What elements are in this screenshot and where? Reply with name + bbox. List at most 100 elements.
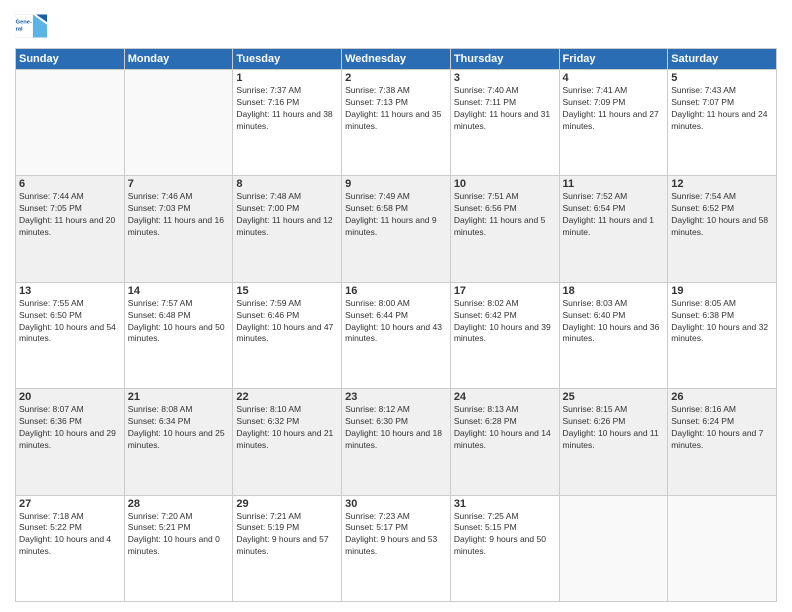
day-info: Sunrise: 7:38 AM Sunset: 7:13 PM Dayligh…	[345, 85, 447, 133]
week-row-3: 13Sunrise: 7:55 AM Sunset: 6:50 PM Dayli…	[16, 282, 777, 388]
week-row-2: 6Sunrise: 7:44 AM Sunset: 7:05 PM Daylig…	[16, 176, 777, 282]
day-cell: 16Sunrise: 8:00 AM Sunset: 6:44 PM Dayli…	[342, 282, 451, 388]
day-info: Sunrise: 8:12 AM Sunset: 6:30 PM Dayligh…	[345, 404, 447, 452]
day-info: Sunrise: 7:44 AM Sunset: 7:05 PM Dayligh…	[19, 191, 121, 239]
day-number: 23	[345, 391, 447, 403]
day-number: 7	[128, 178, 230, 190]
day-info: Sunrise: 8:16 AM Sunset: 6:24 PM Dayligh…	[671, 404, 773, 452]
svg-text:ral: ral	[16, 26, 23, 32]
day-number: 22	[236, 391, 338, 403]
day-cell: 24Sunrise: 8:13 AM Sunset: 6:28 PM Dayli…	[450, 389, 559, 495]
day-cell	[668, 495, 777, 601]
page: Gene- ral SundayMondayTuesdayWednesdayTh…	[0, 0, 792, 612]
day-info: Sunrise: 7:18 AM Sunset: 5:22 PM Dayligh…	[19, 511, 121, 559]
header-row: SundayMondayTuesdayWednesdayThursdayFrid…	[16, 49, 777, 70]
day-cell: 17Sunrise: 8:02 AM Sunset: 6:42 PM Dayli…	[450, 282, 559, 388]
col-header-monday: Monday	[124, 49, 233, 70]
day-cell: 15Sunrise: 7:59 AM Sunset: 6:46 PM Dayli…	[233, 282, 342, 388]
col-header-thursday: Thursday	[450, 49, 559, 70]
day-cell: 6Sunrise: 7:44 AM Sunset: 7:05 PM Daylig…	[16, 176, 125, 282]
day-number: 28	[128, 498, 230, 510]
col-header-saturday: Saturday	[668, 49, 777, 70]
day-cell: 14Sunrise: 7:57 AM Sunset: 6:48 PM Dayli…	[124, 282, 233, 388]
day-info: Sunrise: 7:37 AM Sunset: 7:16 PM Dayligh…	[236, 85, 338, 133]
day-cell: 30Sunrise: 7:23 AM Sunset: 5:17 PM Dayli…	[342, 495, 451, 601]
day-number: 18	[563, 285, 665, 297]
day-cell: 2Sunrise: 7:38 AM Sunset: 7:13 PM Daylig…	[342, 70, 451, 176]
logo: Gene- ral	[15, 10, 51, 42]
day-number: 4	[563, 72, 665, 84]
col-header-friday: Friday	[559, 49, 668, 70]
day-number: 19	[671, 285, 773, 297]
day-number: 27	[19, 498, 121, 510]
day-info: Sunrise: 7:21 AM Sunset: 5:19 PM Dayligh…	[236, 511, 338, 559]
day-cell: 22Sunrise: 8:10 AM Sunset: 6:32 PM Dayli…	[233, 389, 342, 495]
day-info: Sunrise: 7:23 AM Sunset: 5:17 PM Dayligh…	[345, 511, 447, 559]
col-header-tuesday: Tuesday	[233, 49, 342, 70]
day-cell: 26Sunrise: 8:16 AM Sunset: 6:24 PM Dayli…	[668, 389, 777, 495]
day-cell: 11Sunrise: 7:52 AM Sunset: 6:54 PM Dayli…	[559, 176, 668, 282]
day-info: Sunrise: 7:54 AM Sunset: 6:52 PM Dayligh…	[671, 191, 773, 239]
day-cell	[124, 70, 233, 176]
day-info: Sunrise: 7:49 AM Sunset: 6:58 PM Dayligh…	[345, 191, 447, 239]
day-cell: 21Sunrise: 8:08 AM Sunset: 6:34 PM Dayli…	[124, 389, 233, 495]
day-cell: 31Sunrise: 7:25 AM Sunset: 5:15 PM Dayli…	[450, 495, 559, 601]
day-number: 10	[454, 178, 556, 190]
day-info: Sunrise: 7:25 AM Sunset: 5:15 PM Dayligh…	[454, 511, 556, 559]
day-info: Sunrise: 7:52 AM Sunset: 6:54 PM Dayligh…	[563, 191, 665, 239]
week-row-1: 1Sunrise: 7:37 AM Sunset: 7:16 PM Daylig…	[16, 70, 777, 176]
day-cell: 7Sunrise: 7:46 AM Sunset: 7:03 PM Daylig…	[124, 176, 233, 282]
day-number: 2	[345, 72, 447, 84]
day-cell	[16, 70, 125, 176]
day-number: 15	[236, 285, 338, 297]
day-cell: 12Sunrise: 7:54 AM Sunset: 6:52 PM Dayli…	[668, 176, 777, 282]
day-cell: 29Sunrise: 7:21 AM Sunset: 5:19 PM Dayli…	[233, 495, 342, 601]
day-info: Sunrise: 7:40 AM Sunset: 7:11 PM Dayligh…	[454, 85, 556, 133]
day-number: 31	[454, 498, 556, 510]
day-cell: 27Sunrise: 7:18 AM Sunset: 5:22 PM Dayli…	[16, 495, 125, 601]
day-info: Sunrise: 8:13 AM Sunset: 6:28 PM Dayligh…	[454, 404, 556, 452]
logo-icon: Gene- ral	[15, 10, 47, 42]
day-cell: 25Sunrise: 8:15 AM Sunset: 6:26 PM Dayli…	[559, 389, 668, 495]
day-info: Sunrise: 7:57 AM Sunset: 6:48 PM Dayligh…	[128, 298, 230, 346]
day-info: Sunrise: 7:46 AM Sunset: 7:03 PM Dayligh…	[128, 191, 230, 239]
day-number: 16	[345, 285, 447, 297]
day-number: 24	[454, 391, 556, 403]
day-number: 13	[19, 285, 121, 297]
day-number: 12	[671, 178, 773, 190]
day-number: 30	[345, 498, 447, 510]
day-info: Sunrise: 8:08 AM Sunset: 6:34 PM Dayligh…	[128, 404, 230, 452]
week-row-4: 20Sunrise: 8:07 AM Sunset: 6:36 PM Dayli…	[16, 389, 777, 495]
day-info: Sunrise: 7:55 AM Sunset: 6:50 PM Dayligh…	[19, 298, 121, 346]
calendar-table: SundayMondayTuesdayWednesdayThursdayFrid…	[15, 48, 777, 602]
day-cell: 1Sunrise: 7:37 AM Sunset: 7:16 PM Daylig…	[233, 70, 342, 176]
day-cell: 4Sunrise: 7:41 AM Sunset: 7:09 PM Daylig…	[559, 70, 668, 176]
day-cell: 20Sunrise: 8:07 AM Sunset: 6:36 PM Dayli…	[16, 389, 125, 495]
day-number: 26	[671, 391, 773, 403]
header: Gene- ral	[15, 10, 777, 42]
col-header-sunday: Sunday	[16, 49, 125, 70]
day-info: Sunrise: 7:48 AM Sunset: 7:00 PM Dayligh…	[236, 191, 338, 239]
day-info: Sunrise: 8:10 AM Sunset: 6:32 PM Dayligh…	[236, 404, 338, 452]
week-row-5: 27Sunrise: 7:18 AM Sunset: 5:22 PM Dayli…	[16, 495, 777, 601]
day-cell: 18Sunrise: 8:03 AM Sunset: 6:40 PM Dayli…	[559, 282, 668, 388]
day-number: 11	[563, 178, 665, 190]
day-info: Sunrise: 8:07 AM Sunset: 6:36 PM Dayligh…	[19, 404, 121, 452]
day-number: 9	[345, 178, 447, 190]
day-cell: 13Sunrise: 7:55 AM Sunset: 6:50 PM Dayli…	[16, 282, 125, 388]
day-number: 5	[671, 72, 773, 84]
day-cell	[559, 495, 668, 601]
calendar-header: SundayMondayTuesdayWednesdayThursdayFrid…	[16, 49, 777, 70]
day-info: Sunrise: 7:41 AM Sunset: 7:09 PM Dayligh…	[563, 85, 665, 133]
day-cell: 28Sunrise: 7:20 AM Sunset: 5:21 PM Dayli…	[124, 495, 233, 601]
day-number: 6	[19, 178, 121, 190]
day-cell: 10Sunrise: 7:51 AM Sunset: 6:56 PM Dayli…	[450, 176, 559, 282]
day-info: Sunrise: 8:05 AM Sunset: 6:38 PM Dayligh…	[671, 298, 773, 346]
day-number: 29	[236, 498, 338, 510]
day-cell: 3Sunrise: 7:40 AM Sunset: 7:11 PM Daylig…	[450, 70, 559, 176]
day-cell: 19Sunrise: 8:05 AM Sunset: 6:38 PM Dayli…	[668, 282, 777, 388]
day-info: Sunrise: 7:43 AM Sunset: 7:07 PM Dayligh…	[671, 85, 773, 133]
day-info: Sunrise: 7:59 AM Sunset: 6:46 PM Dayligh…	[236, 298, 338, 346]
day-number: 8	[236, 178, 338, 190]
day-number: 21	[128, 391, 230, 403]
